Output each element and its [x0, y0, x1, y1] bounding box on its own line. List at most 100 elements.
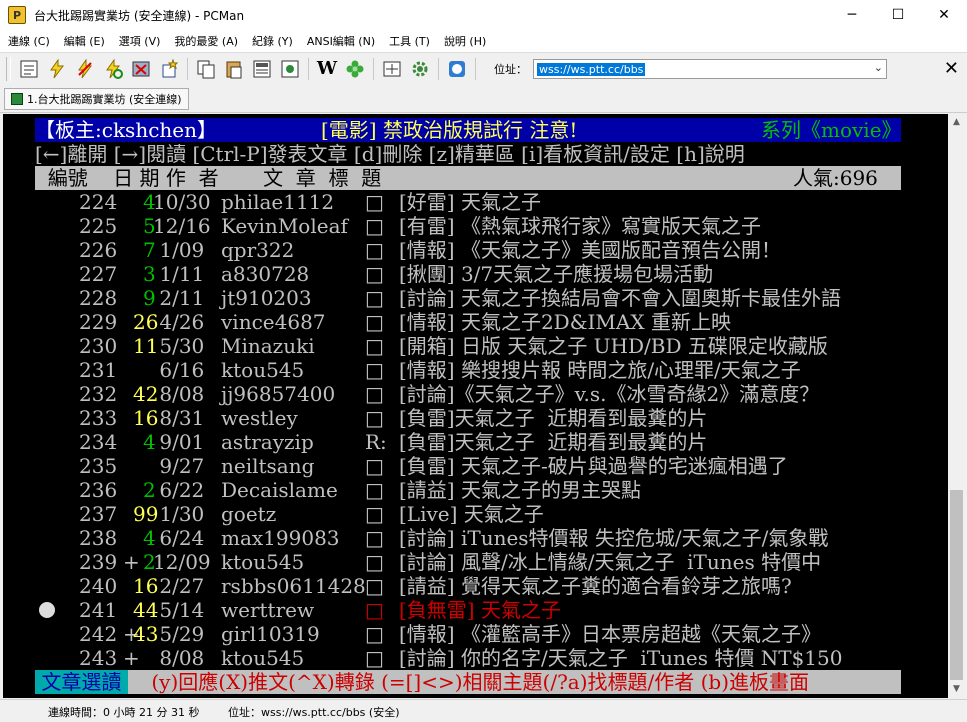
chevron-down-icon[interactable]: ⌄	[874, 61, 883, 74]
disconnect-icon[interactable]	[73, 57, 97, 81]
minimize-button[interactable]: ─	[829, 0, 875, 30]
post-title[interactable]: [負雷]天氣之子 近期看到最糞的片	[399, 430, 707, 454]
scroll-up-icon[interactable]: ▲	[948, 114, 965, 131]
post-title[interactable]: [有雷] 《熱氣球飛行家》寫實版天氣之子	[399, 214, 761, 238]
post-author: girl10319	[221, 622, 320, 646]
title-bar: P 台大批踢踢實業坊 (安全連線) - PCMan ─ ☐ ✕	[0, 0, 967, 30]
row-plus-mark: +	[123, 646, 140, 670]
post-title[interactable]: [負雷] 天氣之子-破片與過譽的宅迷瘋相遇了	[399, 454, 788, 478]
post-title[interactable]: [情報] 《灌籃高手》日本票房超越《天氣之子》	[399, 622, 821, 646]
article-number: 241	[79, 598, 118, 622]
article-number: 231	[79, 358, 118, 382]
post-title[interactable]: [請益] 覺得天氣之子糞的適合看鈴芽之旅嗎?	[399, 574, 792, 598]
post-author: goetz	[221, 502, 277, 526]
read-mark: □	[365, 646, 384, 670]
close-button[interactable]: ✕	[921, 0, 967, 30]
post-title[interactable]: [情報] 天氣之子2D&IMAX 重新上映	[399, 310, 731, 334]
menu-favorites[interactable]: 我的最愛 (A)	[166, 33, 244, 49]
address-book-icon[interactable]	[17, 57, 41, 81]
window-controls: ─ ☐ ✕	[829, 0, 967, 30]
toolbar-separator	[187, 58, 188, 80]
article-number: 239	[79, 550, 118, 574]
settings-icon[interactable]	[408, 57, 432, 81]
post-title[interactable]: [Live] 天氣之子	[399, 502, 544, 526]
address-value[interactable]: wss://ws.ptt.cc/bbs	[537, 62, 646, 76]
article-number: 228	[79, 286, 118, 310]
pcman-icon[interactable]	[445, 57, 469, 81]
post-author: rsbbs0611428	[221, 574, 366, 598]
paste-special-icon[interactable]	[250, 57, 274, 81]
post-date: 8/08	[153, 382, 205, 406]
post-date: 1/09	[153, 238, 205, 262]
post-date: 10/30	[153, 190, 211, 214]
address-input[interactable]: wss://ws.ptt.cc/bbs ⌄	[533, 59, 887, 79]
post-date: 2/11	[153, 286, 205, 310]
wikipedia-icon[interactable]: W	[315, 57, 339, 81]
post-author: a830728	[221, 262, 310, 286]
post-author: astrayzip	[221, 430, 314, 454]
scrollbar-thumb[interactable]	[950, 490, 963, 680]
read-mark: □	[365, 310, 384, 334]
post-title[interactable]: [討論] 你的名字/天氣之子 iTunes 特價 NT$150	[399, 646, 842, 670]
paste-icon[interactable]	[222, 57, 246, 81]
post-date: 5/14	[153, 598, 205, 622]
post-title[interactable]: [負無雷] 天氣之子	[399, 598, 561, 622]
post-date: 8/31	[153, 406, 205, 430]
read-mark: □	[365, 334, 384, 358]
post-author: ktou545	[221, 550, 305, 574]
connection-time: 連線時間：0 小時 21 分 31 秒	[48, 706, 200, 719]
connect-icon[interactable]	[45, 57, 69, 81]
post-title[interactable]: [好雷] 天氣之子	[399, 190, 541, 214]
post-author: werttrew	[221, 598, 315, 622]
menu-ansi-edit[interactable]: ANSI編輯 (N)	[299, 33, 381, 49]
tab-connection-1[interactable]: 1.台大批踢踢實業坊 (安全連線)	[4, 88, 189, 110]
post-author: max199083	[221, 526, 340, 550]
close-connection-icon[interactable]	[129, 57, 153, 81]
article-number: 237	[79, 502, 118, 526]
post-title[interactable]: [討論] iTunes特價報 失控危城/天氣之子/氣象戰	[399, 526, 828, 550]
article-number: 236	[79, 478, 118, 502]
maximize-button[interactable]: ☐	[875, 0, 921, 30]
post-date: 1/11	[153, 262, 205, 286]
article-number: 226	[79, 238, 118, 262]
flower-icon[interactable]	[343, 57, 367, 81]
scroll-down-icon[interactable]: ▼	[948, 681, 965, 698]
article-number: 234	[79, 430, 118, 454]
post-title[interactable]: [討論]《天氣之子》v.s.《冰雪奇緣2》滿意度？	[399, 382, 819, 406]
post-date: 2/27	[153, 574, 205, 598]
close-tab-button[interactable]: ✕	[944, 58, 959, 79]
menu-help[interactable]: 說明 (H)	[436, 33, 492, 49]
article-number: 225	[79, 214, 118, 238]
address-label: 位址：	[494, 63, 527, 76]
add-favorite-icon[interactable]	[157, 57, 181, 81]
article-number: 229	[79, 310, 118, 334]
post-title[interactable]: [情報] 樂搜搜片報 時間之旅/心理罪/天氣之子	[399, 358, 801, 382]
toolbar-separator	[475, 58, 476, 80]
toolbar-grip[interactable]	[6, 57, 11, 81]
menu-connection[interactable]: 連線 (C)	[0, 33, 56, 49]
menu-edit[interactable]: 編輯 (E)	[56, 33, 111, 49]
post-title[interactable]: [負雷]天氣之子 近期看到最糞的片	[399, 406, 707, 430]
post-title[interactable]: [揪團] 3/7天氣之子應援場包場活動	[399, 262, 713, 286]
pcman-app-icon: P	[8, 6, 26, 24]
menu-options[interactable]: 選項 (V)	[111, 33, 167, 49]
read-mark: □	[365, 382, 384, 406]
post-title[interactable]: [請益] 天氣之子的男主哭點	[399, 478, 641, 502]
fullscreen-icon[interactable]	[380, 57, 404, 81]
article-number: 224	[79, 190, 118, 214]
post-title[interactable]: [開箱] 日版 天氣之子 UHD/BD 五碟限定收藏版	[399, 334, 828, 358]
menu-history[interactable]: 紀錄 (Y)	[244, 33, 299, 49]
post-title[interactable]: [討論] 天氣之子換結局會不會入圍奧斯卡最佳外語	[399, 286, 841, 310]
reconnect-icon[interactable]	[101, 57, 125, 81]
toolbar-separator	[373, 58, 374, 80]
screenshot-icon[interactable]	[278, 57, 302, 81]
post-title[interactable]: [情報] 《天氣之子》美國版配音預告公開！	[399, 238, 781, 262]
scrollbar[interactable]: ▲ ▼	[948, 114, 965, 698]
menu-tools[interactable]: 工具 (T)	[381, 33, 436, 49]
post-title[interactable]: [討論] 風聲/冰上情緣/天氣之子 iTunes 特價中	[399, 550, 821, 574]
terminal-screen[interactable]: 【板主:ckshchen】 [電影] 禁政治版規試行 注意! 系列《movie》 [←…	[3, 114, 948, 698]
help-line: [←]離開 [→]閱讀 [Ctrl-P]發表文章 [d]刪除 [z]精華區 [i…	[35, 142, 745, 166]
copy-icon[interactable]	[194, 57, 218, 81]
toolbar-separator	[308, 58, 309, 80]
article-number: 238	[79, 526, 118, 550]
